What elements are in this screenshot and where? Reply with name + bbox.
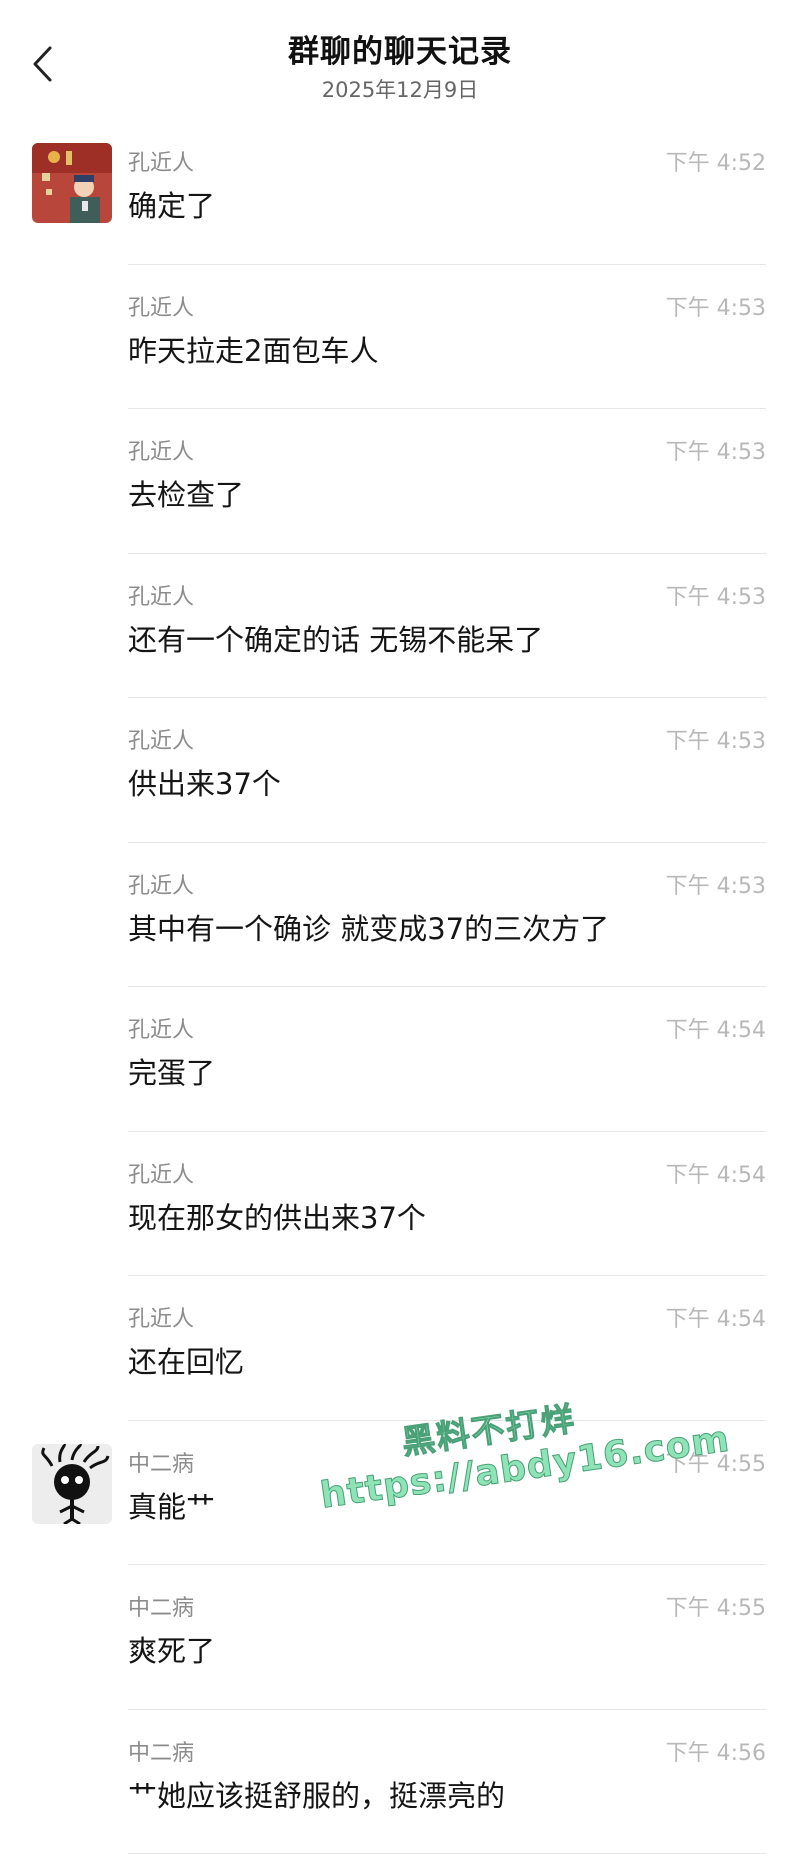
sender-name: 孔近人	[128, 295, 195, 321]
message-text: 昨天拉走2面包车人	[128, 333, 379, 368]
message-text: 艹她应该挺舒服的，挺漂亮的	[128, 1778, 506, 1813]
sender-name: 孔近人	[128, 1162, 195, 1188]
message-time: 下午 4:54	[665, 1307, 766, 1332]
page-title: 群聊的聊天记录	[288, 34, 512, 70]
message-time: 下午 4:53	[665, 295, 766, 321]
message-text: 还有一个确定的话 无锡不能呆了	[128, 622, 544, 657]
message-time: 下午 4:55	[665, 1451, 766, 1477]
message-item[interactable]: 中二病 下午 4:56 艹她应该挺舒服的，挺漂亮的	[0, 1710, 800, 1854]
sender-name: 孔近人	[128, 873, 195, 899]
message-text: 真能艹	[128, 1489, 216, 1524]
message-time: 下午 4:56	[665, 1740, 766, 1766]
message-time: 下午 4:54	[665, 1018, 766, 1043]
zhongerbing-avatar-image	[32, 1443, 112, 1524]
message-item[interactable]: 孔近人 下午 4:53 还有一个确定的话 无锡不能呆了	[0, 554, 800, 698]
message-item[interactable]: 孔近人 下午 4:53 去检查了	[0, 409, 800, 554]
message-time: 下午 4:53	[665, 873, 766, 899]
message-item[interactable]: 孔近人 下午 4:54 完蛋了	[0, 987, 800, 1132]
message-item[interactable]: 孔近人 下午 4:54 现在那女的供出来37个	[0, 1132, 800, 1276]
message-text: 完蛋了	[128, 1056, 216, 1090]
sender-name: 孔近人	[128, 584, 195, 610]
sender-name: 中二病	[128, 1740, 195, 1766]
message-item[interactable]: 孔近人 下午 4:53 昨天拉走2面包车人	[0, 265, 800, 409]
message-text: 确定了	[128, 189, 216, 223]
kong-avatar-image	[32, 143, 112, 223]
message-text: 去检查了	[128, 478, 245, 512]
divider	[128, 1853, 766, 1854]
message-text: 其中有一个确诊 就变成37的三次方了	[128, 911, 610, 946]
message-text: 现在那女的供出来37个	[128, 1200, 426, 1235]
message-item[interactable]: 孔近人 下午 4:53 其中有一个确诊 就变成37的三次方了	[0, 843, 800, 987]
message-item[interactable]: 中二病 下午 4:55 爽死了	[0, 1565, 800, 1710]
message-item[interactable]: 孔近人 下午 4:53 供出来37个	[0, 698, 800, 843]
sender-name: 中二病	[128, 1596, 195, 1621]
sender-name: 孔近人	[128, 1018, 195, 1043]
message-time: 下午 4:52	[665, 151, 766, 176]
message-text: 还在回忆	[128, 1345, 245, 1379]
message-item[interactable]: 孔近人 下午 4:52 确定了	[0, 120, 800, 265]
message-time: 下午 4:54	[665, 1162, 766, 1188]
message-time: 下午 4:53	[665, 440, 766, 465]
message-time: 下午 4:55	[665, 1596, 766, 1621]
sender-name: 中二病	[128, 1451, 195, 1477]
message-time: 下午 4:53	[665, 729, 766, 754]
message-time: 下午 4:53	[665, 584, 766, 610]
sender-name: 孔近人	[128, 1307, 195, 1332]
message-text: 爽死了	[128, 1634, 216, 1668]
sender-name: 孔近人	[128, 440, 195, 465]
message-item[interactable]: 孔近人 下午 4:54 还在回忆	[0, 1276, 800, 1421]
avatar[interactable]	[32, 1443, 112, 1524]
message-list: 孔近人 下午 4:52 确定了 孔近人 下午 4:53 昨天拉走2面包车人 孔近…	[0, 120, 800, 1854]
message-item[interactable]: 中二病 下午 4:55 真能艹	[0, 1421, 800, 1565]
sender-name: 孔近人	[128, 151, 195, 176]
header: 群聊的聊天记录 2025年12月9日	[0, 0, 800, 120]
avatar[interactable]	[32, 143, 112, 223]
sender-name: 孔近人	[128, 729, 195, 754]
chat-date: 2025年12月9日	[321, 78, 479, 102]
message-text: 供出来37个	[128, 767, 281, 801]
